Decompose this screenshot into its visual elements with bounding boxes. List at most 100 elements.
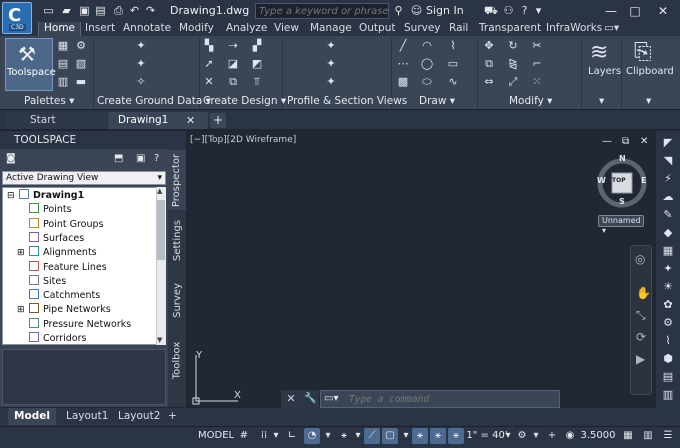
customization-menu-icon[interactable]: ☰	[660, 428, 676, 444]
save-icon[interactable]: ▣	[78, 4, 91, 17]
command-history-icon[interactable]: ▭▾	[324, 393, 338, 404]
layout-tab-layout1[interactable]: Layout1	[66, 408, 108, 425]
ribbon-tab-modify[interactable]: Modify	[179, 22, 214, 36]
close-icon[interactable]: ✕	[654, 2, 672, 20]
section-view-icon[interactable]: ✦	[324, 58, 338, 70]
compass-west[interactable]: W	[597, 176, 606, 185]
open-folder-icon[interactable]: ▰	[60, 4, 73, 17]
minimize-icon[interactable]: —	[602, 2, 620, 20]
hardware-acceleration-icon[interactable]: ▥	[640, 428, 656, 444]
viewcube-top-face[interactable]: TOP	[612, 177, 626, 184]
vtab-survey[interactable]: Survey	[168, 272, 186, 328]
sign-in-button[interactable]: Sign In	[426, 4, 464, 17]
ribbon-tab-view[interactable]: View	[274, 22, 299, 36]
surfaces-tool-icon[interactable]: ✦	[134, 58, 148, 70]
clipboard-icon[interactable]: ⎘	[634, 40, 652, 65]
strip-tool-7-icon[interactable]: ▦	[661, 245, 675, 257]
ribbon-tab-transparent[interactable]: Transparent	[479, 22, 541, 36]
alignment-icon[interactable]: ➚	[202, 58, 216, 70]
toolspace-split-icon[interactable]: ⬒	[114, 153, 123, 164]
ribbon-options-icon[interactable]: ▭▾	[604, 22, 619, 36]
move-icon[interactable]: ✥	[482, 40, 496, 52]
plot-icon[interactable]: ⎙	[112, 4, 125, 17]
copy-icon[interactable]: ⧉	[482, 58, 496, 70]
trim-icon[interactable]: ✂	[530, 40, 544, 52]
tree-item-catchments[interactable]: Catchments	[3, 289, 155, 303]
intersection-icon[interactable]: ✕	[202, 76, 216, 88]
maximize-icon[interactable]: □	[626, 2, 644, 20]
command-line[interactable]: ▭▾	[320, 390, 560, 408]
ortho-icon[interactable]: ∟	[284, 428, 300, 444]
tree-expander-icon[interactable]: ⊟	[7, 189, 17, 203]
scroll-up-icon[interactable]: ▲	[157, 187, 162, 195]
panel-label-draw[interactable]: Draw ▾	[419, 95, 455, 109]
ribbon-tab-insert[interactable]: Insert	[85, 22, 115, 36]
annotation-scale-icon[interactable]: ⚹	[448, 428, 464, 444]
sample-lines-icon[interactable]: ✦	[324, 76, 338, 88]
elevation-value[interactable]: 3.5000	[580, 428, 616, 444]
layers-dropdown-icon[interactable]: ▾	[599, 95, 604, 109]
parcel-icon[interactable]: ▚	[202, 40, 216, 52]
command-customize-icon[interactable]: 🔧	[304, 393, 316, 404]
layers-label[interactable]: Layers	[588, 66, 621, 77]
ribbon-tab-infraworks[interactable]: InfraWorks	[546, 22, 602, 36]
layer-palette-icon[interactable]: ▤	[56, 58, 70, 70]
strip-tool-5-icon[interactable]: ✎	[661, 209, 675, 221]
ellipse-icon[interactable]: ⬭	[420, 76, 434, 88]
tree-scroll-thumb[interactable]	[157, 200, 165, 260]
strip-tool-9-icon[interactable]: ☀	[661, 281, 675, 293]
strip-tool-3-icon[interactable]: ⚡	[661, 173, 675, 185]
ribbon-tab-annotate[interactable]: Annotate	[123, 22, 171, 36]
polar-dropdown-icon[interactable]: ▾	[320, 428, 336, 444]
save-as-icon[interactable]: ▤	[94, 4, 107, 17]
snap-dropdown-icon[interactable]: ▾	[268, 428, 284, 444]
cart-icon[interactable]: ⛟	[484, 4, 498, 17]
layers-icon[interactable]: ≋	[590, 40, 608, 65]
toolspace-help-icon[interactable]: ?	[154, 153, 159, 164]
binoculars-icon[interactable]: ⚲	[392, 4, 405, 17]
ribbon-tab-analyze[interactable]: Analyze	[226, 22, 267, 36]
points-tool-icon[interactable]: ✦	[134, 40, 148, 52]
clipboard-label[interactable]: Clipboard	[626, 66, 674, 77]
panel-label-profile-section-views[interactable]: Profile & Section Views	[287, 95, 407, 109]
app-menu-button[interactable]: C C3D	[2, 2, 32, 34]
array-icon[interactable]: ⁙	[530, 76, 544, 88]
strip-tool-14-icon[interactable]: ▤	[661, 371, 675, 383]
vtab-prospector[interactable]: Prospector	[168, 150, 186, 210]
viewport-controls[interactable]: [−][Top][2D Wireframe]	[190, 135, 296, 145]
annotation-visibility-icon[interactable]: ⚹	[412, 428, 428, 444]
tree-item-corridors[interactable]: Corridors	[3, 332, 155, 344]
pipe-network-icon[interactable]: ⧉	[226, 76, 240, 88]
toolspace-list-icon[interactable]: ▣	[136, 153, 145, 164]
tree-item-surfaces[interactable]: Surfaces	[3, 231, 155, 246]
strip-tool-4-icon[interactable]: ☁	[661, 191, 675, 203]
fillet-icon[interactable]: ⌐	[530, 58, 544, 70]
traverse-tool-icon[interactable]: ✧	[134, 76, 148, 88]
strip-tool-15-icon[interactable]: ▥	[661, 389, 675, 401]
grid-icon[interactable]: #	[236, 428, 252, 444]
grading-icon[interactable]: ▞	[250, 40, 264, 52]
tree-item-points[interactable]: Points	[3, 203, 155, 217]
prospector-tree[interactable]: ⊟ Drawing1 Points Point Groups Surfaces ⊞ Alig…	[2, 187, 166, 345]
undo-icon[interactable]: ↶	[128, 4, 141, 17]
hatch-icon[interactable]: ▩	[396, 76, 410, 88]
new-file-icon[interactable]: ▭	[42, 4, 55, 17]
compass-south[interactable]: S	[619, 197, 625, 206]
showmotion-icon[interactable]: ▶	[636, 352, 645, 366]
strip-tool-12-icon[interactable]: ⌇	[661, 335, 675, 347]
pan-icon[interactable]: ✋	[636, 286, 651, 300]
tool-palette-icon[interactable]: ▧	[74, 58, 88, 70]
polyline-icon[interactable]: ⌇	[446, 40, 460, 52]
layout-tab-layout2[interactable]: Layout2	[118, 408, 160, 425]
new-tab-button[interactable]: +	[210, 113, 226, 128]
line-icon[interactable]: ╱	[396, 40, 410, 52]
tree-item-alignments[interactable]: ⊞ Alignments	[3, 246, 155, 260]
compass-east[interactable]: E	[641, 176, 646, 185]
add-layout-button[interactable]: +	[168, 408, 177, 425]
spline-icon[interactable]: ∿	[446, 76, 460, 88]
scale-icon[interactable]: ⤢	[506, 76, 520, 88]
tree-item-point-groups[interactable]: Point Groups	[3, 217, 155, 232]
toolspace-pick-icon[interactable]: ◙	[6, 153, 16, 164]
toolspace-button[interactable]: ⚒ Toolspace	[5, 38, 56, 91]
network-icon[interactable]: ⚇	[502, 4, 515, 17]
